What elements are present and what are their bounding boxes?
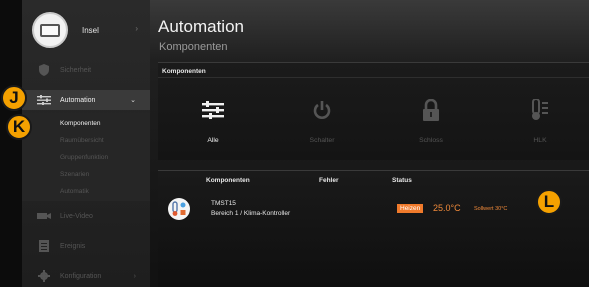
shield-icon	[36, 63, 52, 77]
badge-l: L	[536, 189, 562, 215]
submenu-item-raumuebersicht[interactable]: Raumübersicht	[60, 137, 104, 144]
lock-icon	[401, 97, 461, 123]
sliders-icon	[183, 97, 243, 123]
sidebar-item-label: Live-Video	[60, 212, 93, 220]
table-row[interactable]: TMST15 Bereich 1 / Klima-Kontroller Heiz…	[158, 194, 589, 224]
profile-panel[interactable]: Insel ›	[22, 10, 150, 50]
chevron-down-icon: ⌄	[130, 97, 136, 104]
avatar-device-icon	[40, 23, 60, 37]
submenu-item-automatik[interactable]: Automatik	[60, 188, 89, 195]
category-label: HLK	[533, 137, 547, 144]
sidebar-item-label: Ereignis	[60, 242, 86, 250]
category-alle[interactable]: Alle	[183, 97, 243, 144]
page-title: Automation	[158, 17, 244, 36]
device-location: Bereich 1 / Klima-Kontroller	[211, 210, 291, 217]
components-table: Komponenten Fehler Status TMST15 Bereich…	[158, 170, 589, 287]
sidebar-item-automation[interactable]: Automation ⌄	[22, 90, 150, 110]
camera-icon	[36, 209, 52, 223]
thermostat-icon	[168, 198, 190, 220]
list-icon	[36, 239, 52, 253]
chevron-right-icon: ›	[133, 272, 136, 280]
mode-badge: Heizen	[397, 204, 424, 213]
sidebar-item-sicherheit[interactable]: Sicherheit	[22, 60, 150, 80]
submenu-item-szenarien[interactable]: Szenarien	[60, 171, 89, 178]
category-label: Schalter	[309, 137, 335, 144]
sidebar-item-label: Konfiguration	[60, 272, 102, 280]
category-label: Alle	[207, 137, 219, 144]
page-subtitle: Komponenten	[159, 41, 228, 53]
sidebar: Insel › Sicherheit Automation ⌄ Komponen…	[22, 0, 150, 287]
profile-name: Insel	[82, 25, 99, 35]
setpoint-value: Sollwert 30°C	[474, 206, 508, 212]
power-icon	[292, 97, 352, 123]
card-title: Komponenten	[162, 68, 206, 75]
categories-card: Komponenten Alle Schalter Schloss HLK	[158, 62, 589, 160]
device-name: TMST15	[211, 200, 236, 207]
chevron-right-icon: ›	[135, 24, 138, 33]
column-header-fehler: Fehler	[319, 177, 339, 184]
main-content: Automation Komponenten Komponenten Alle …	[150, 0, 589, 287]
category-label: Schloss	[419, 137, 443, 144]
badge-j: J	[1, 85, 27, 111]
submenu-item-gruppenfunktion[interactable]: Gruppenfunktion	[60, 154, 108, 161]
sliders-icon	[36, 93, 52, 107]
badge-k: K	[6, 114, 32, 140]
sidebar-item-live-video[interactable]: Live-Video	[22, 206, 150, 226]
category-schalter[interactable]: Schalter	[292, 97, 352, 144]
sidebar-item-label: Automation	[60, 96, 96, 104]
thermometer-icon	[510, 97, 570, 123]
avatar	[32, 12, 68, 48]
column-header-komponenten: Komponenten	[206, 177, 250, 184]
temperature-value: 25.0°C	[433, 203, 461, 213]
category-schloss[interactable]: Schloss	[401, 97, 461, 144]
divider	[158, 77, 589, 78]
category-hlk[interactable]: HLK	[510, 97, 570, 144]
column-header-status: Status	[392, 177, 412, 184]
sidebar-item-ereignis[interactable]: Ereignis	[22, 236, 150, 256]
sidebar-item-label: Sicherheit	[60, 66, 92, 74]
app-frame: Insel › Sicherheit Automation ⌄ Komponen…	[0, 0, 589, 287]
sidebar-item-konfiguration[interactable]: Konfiguration ›	[22, 266, 150, 286]
submenu-item-komponenten[interactable]: Komponenten	[60, 120, 100, 127]
gear-icon	[36, 269, 52, 283]
